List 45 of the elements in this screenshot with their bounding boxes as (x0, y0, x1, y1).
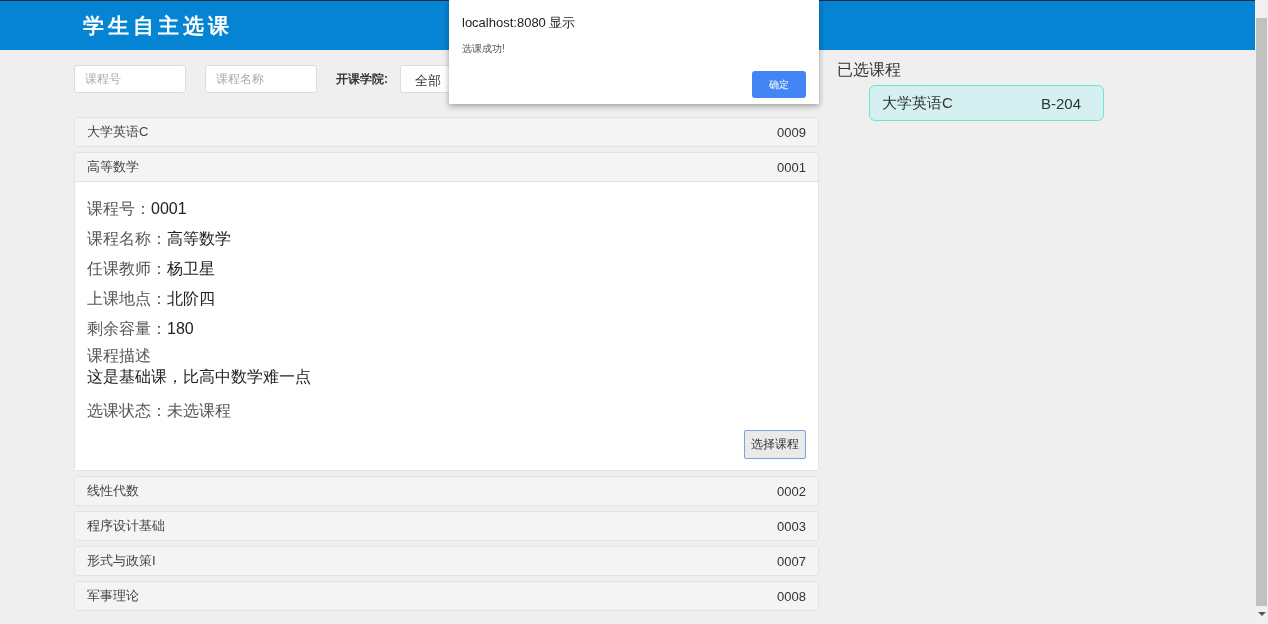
selected-course-name: 大学英语C (882, 93, 954, 113)
status-value: 未选课程 (167, 402, 231, 419)
detail-label: 课程号： (87, 200, 151, 217)
course-name-field[interactable]: 课程名称 (205, 65, 317, 93)
detail-value: 杨卫星 (167, 260, 215, 277)
course-name: 高等数学 (87, 158, 139, 176)
description-text: 这是基础课，比高中数学难一点 (87, 367, 312, 387)
course-header[interactable]: 军事理论 0008 (75, 582, 818, 610)
dialog-title: localhost:8080 显示 (462, 14, 577, 32)
detail-label: 上课地点： (87, 290, 167, 307)
course-code: 0001 (777, 159, 806, 175)
course-code: 0003 (777, 518, 806, 534)
course-code: 0008 (777, 588, 806, 604)
detail-value: 180 (167, 320, 194, 337)
course-name: 程序设计基础 (87, 517, 165, 535)
course-name: 形式与政策I (87, 552, 156, 570)
college-label: 开课学院: (336, 70, 388, 88)
dialog-message: 选课成功! (462, 42, 506, 56)
status-label: 选课状态： (87, 402, 167, 419)
course-name: 线性代数 (87, 482, 139, 500)
course-header[interactable]: 形式与政策I 0007 (75, 547, 818, 575)
scroll-down-arrow-icon[interactable] (1257, 612, 1266, 616)
course-code: 0002 (777, 483, 806, 499)
selected-courses-heading: 已选课程 (837, 60, 902, 80)
detail-value: 高等数学 (167, 230, 231, 247)
course-name: 军事理论 (87, 587, 139, 605)
course-header[interactable]: 程序设计基础 0003 (75, 512, 818, 540)
description-label: 课程描述 (87, 346, 152, 366)
page-title: 学生自主选课 (83, 12, 233, 39)
detail-value: 北阶四 (167, 290, 215, 307)
ok-button[interactable]: 确定 (752, 71, 806, 98)
select-course-button[interactable]: 选择课程 (744, 430, 806, 459)
detail-value: 0001 (151, 200, 187, 217)
course-number-field[interactable]: 课程号 (74, 65, 186, 93)
course-name: 大学英语C (87, 123, 149, 141)
course-header[interactable]: 线性代数 0002 (75, 477, 818, 505)
selected-course-item[interactable]: 大学英语C B-204 (869, 85, 1104, 121)
course-header[interactable]: 大学英语C 0009 (75, 118, 818, 146)
detail-label: 任课教师： (87, 260, 167, 277)
detail-label: 剩余容量： (87, 320, 167, 337)
selected-course-room: B-204 (1041, 94, 1082, 112)
detail-label: 课程名称： (87, 230, 167, 247)
course-code: 0009 (777, 124, 806, 140)
course-code: 0007 (777, 553, 806, 569)
scrollbar-thumb[interactable] (1256, 18, 1267, 606)
